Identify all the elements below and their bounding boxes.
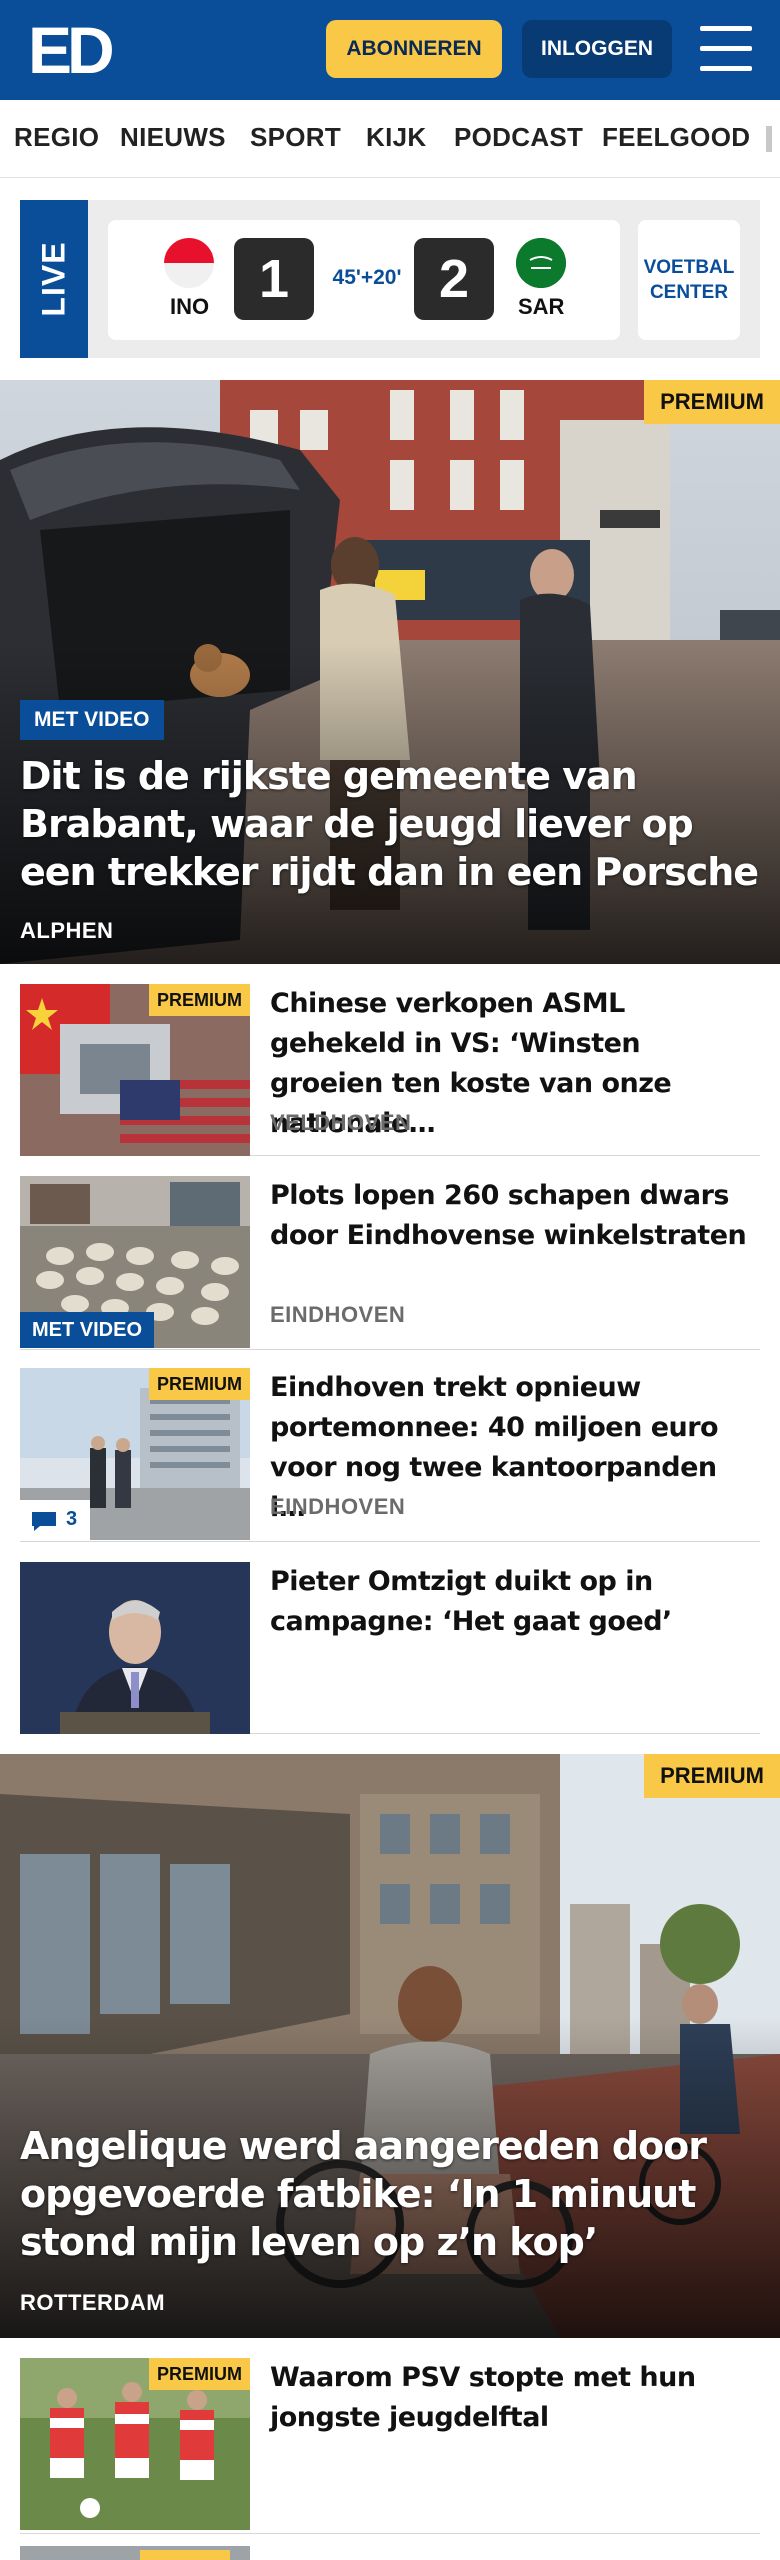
article-location: VELDHOVEN [270, 1110, 412, 1135]
article-location: EINDHOVEN [270, 1302, 406, 1327]
nav-item-feelgood[interactable]: FEELGOOD [602, 122, 750, 153]
site-logo[interactable]: ED [28, 17, 118, 83]
article-thumbnail [20, 1562, 250, 1734]
site-header: ED ABONNEREN INLOGGEN [0, 0, 780, 100]
video-badge: MET VIDEO [20, 1312, 155, 1348]
article-thumbnail: PREMIUM [20, 984, 250, 1156]
live-score-widget: LIVE INO 1 45'+20' 2 SAR VOETBAL CENTER [20, 200, 760, 358]
premium-badge: PREMIUM [644, 1754, 780, 1798]
hero-2-title[interactable]: Angelique werd aangereden door opgevoerd… [20, 2122, 760, 2266]
premium-badge: PREMIUM [149, 984, 250, 1016]
voetbal-center-link[interactable]: VOETBAL CENTER [638, 220, 740, 340]
live-match-card[interactable]: INO 1 45'+20' 2 SAR [108, 220, 620, 340]
article-thumbnail: PREMIUM 3 [20, 1368, 250, 1540]
match-minute: 45'+20' [332, 266, 402, 289]
hamburger-menu-icon[interactable] [700, 26, 752, 72]
nav-item-sport[interactable]: SPORT [250, 122, 341, 153]
hero-story-2[interactable]: PREMIUM Angelique werd aangereden door o… [0, 1754, 780, 2338]
subscribe-button[interactable]: ABONNEREN [326, 20, 502, 78]
hero-2-location: ROTTERDAM [20, 2290, 166, 2315]
away-score: 2 [414, 238, 494, 320]
comment-icon [32, 1512, 56, 1531]
premium-badge: PREMIUM [149, 1368, 250, 1400]
nav-item-regio[interactable]: REGIO [14, 122, 99, 153]
section-nav: REGIO NIEUWS SPORT KIJK PODCAST FEELGOOD [0, 100, 780, 178]
article-thumbnail: MET VIDEO [20, 1176, 250, 1348]
next-premium-badge [140, 2550, 230, 2560]
login-button[interactable]: INLOGGEN [522, 20, 672, 78]
article-title[interactable]: Pieter Omtzigt duikt op in campagne: ‘He… [270, 1562, 760, 1642]
article-thumbnail: PREMIUM [20, 2358, 250, 2530]
list-item[interactable]: Pieter Omtzigt duikt op in campagne: ‘He… [20, 1562, 760, 1734]
hero-1-title[interactable]: Dit is de rijkste gemeente van Brabant, … [20, 752, 760, 896]
home-score: 1 [234, 238, 314, 320]
away-team: SAR [518, 294, 565, 319]
video-badge: MET VIDEO [20, 700, 164, 740]
premium-badge: PREMIUM [149, 2358, 250, 2390]
nav-scroll-indicator [766, 126, 772, 152]
hero-story-1[interactable]: PREMIUM MET VIDEO Dit is de rijkste geme… [0, 380, 780, 964]
nav-item-kijk[interactable]: KIJK [366, 122, 426, 153]
article-title[interactable]: Plots lopen 260 schapen dwars door Eindh… [270, 1176, 760, 1256]
article-title[interactable]: Waarom PSV stopte met hun jongste jeugde… [270, 2358, 760, 2438]
home-team: INO [170, 294, 210, 319]
live-label: LIVE [20, 200, 88, 358]
list-item[interactable]: PREMIUM Chinese verkopen ASML gehekeld i… [20, 984, 760, 1156]
indonesia-flag-icon [164, 238, 214, 288]
nav-item-podcast[interactable]: PODCAST [454, 122, 583, 153]
saudi-arabia-flag-icon [516, 238, 566, 288]
article-location: EINDHOVEN [270, 1494, 406, 1519]
hero-1-location: ALPHEN [20, 918, 114, 943]
list-item[interactable]: MET VIDEO Plots lopen 260 schapen dwars … [20, 1176, 760, 1350]
comment-count[interactable]: 3 [20, 1500, 90, 1540]
premium-badge: PREMIUM [644, 380, 780, 424]
nav-item-nieuws[interactable]: NIEUWS [120, 122, 226, 153]
list-item[interactable]: PREMIUM Waarom PSV stopte met hun jongst… [20, 2358, 760, 2534]
list-item[interactable]: PREMIUM 3 Eindhoven trekt opnieuw portem… [20, 1368, 760, 1542]
